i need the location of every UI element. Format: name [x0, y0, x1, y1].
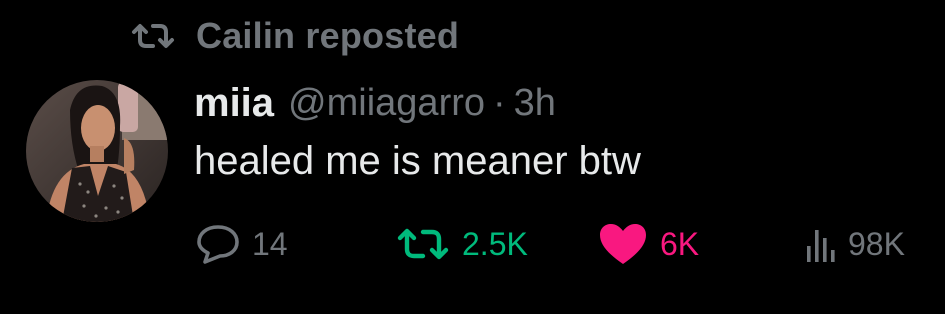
views-icon: [806, 224, 836, 264]
reply-button[interactable]: 14: [196, 218, 288, 270]
post-header: miia @miiagarro · 3h: [194, 78, 556, 128]
repost-icon: [130, 21, 176, 51]
heart-icon: [598, 222, 648, 266]
repost-button[interactable]: 2.5K: [396, 218, 528, 270]
repost-icon: [396, 226, 450, 262]
repost-banner-text: Cailin reposted: [196, 15, 460, 56]
views-count: 98K: [848, 225, 905, 262]
display-name[interactable]: miia: [194, 81, 274, 126]
avatar[interactable]: [26, 80, 168, 222]
like-count: 6K: [660, 225, 700, 262]
reply-count: 14: [252, 225, 288, 262]
like-button[interactable]: 6K: [598, 218, 699, 270]
post-timestamp[interactable]: 3h: [514, 82, 556, 125]
repost-banner[interactable]: Cailin reposted: [130, 14, 459, 58]
views-button[interactable]: 98K: [806, 218, 905, 270]
reply-icon: [196, 224, 240, 264]
repost-count: 2.5K: [462, 225, 528, 262]
user-handle[interactable]: @miiagarro: [288, 82, 485, 125]
separator-dot: ·: [493, 81, 506, 124]
post-text: healed me is meaner btw: [194, 139, 641, 183]
